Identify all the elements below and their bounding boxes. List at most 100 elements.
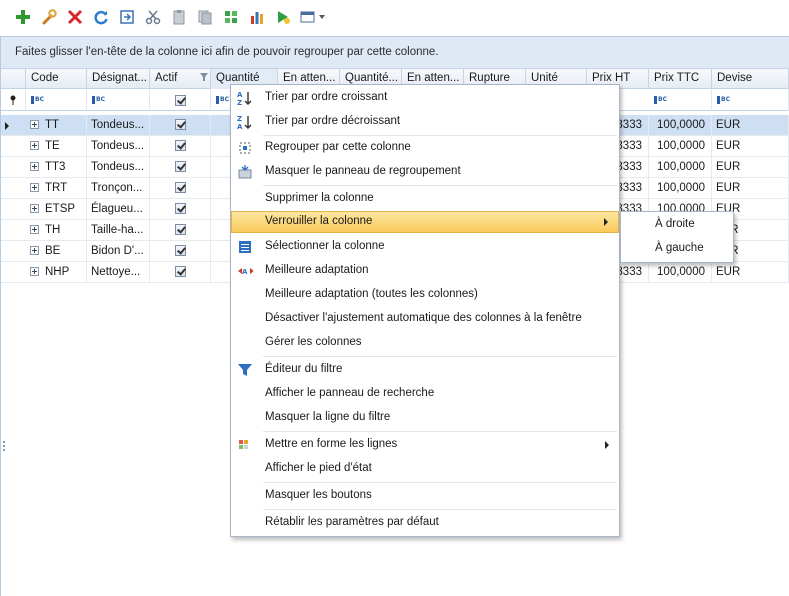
group-panel[interactable]: Faites glisser l'en-tête de la colonne i… [1,37,789,69]
cell-designation[interactable]: Élagueu... [87,199,150,220]
filter-cell-actif[interactable] [150,89,211,111]
expand-icon[interactable] [30,246,39,255]
cell-code[interactable]: TRT [26,178,87,199]
cell-actif[interactable] [150,199,211,220]
copy-icon[interactable] [194,6,216,28]
menu-item-group-by[interactable]: Regrouper par cette colonne [231,137,619,159]
cell-code[interactable]: ETSP [26,199,87,220]
cell-code[interactable]: TE [26,136,87,157]
filter-cell-code[interactable]: BC [26,89,87,111]
cell-code[interactable]: BE [26,241,87,262]
menu-item-restore-defaults[interactable]: Rétablir les paramètres par défaut [231,512,619,534]
menu-item-label: Afficher le panneau de recherche [265,387,435,399]
menu-item-label: Masquer le panneau de regroupement [265,165,461,177]
run-icon[interactable] [272,6,294,28]
column-header-devise[interactable]: Devise [712,69,789,89]
cell-actif[interactable] [150,241,211,262]
menu-item-disable-auto-width[interactable]: Désactiver l'ajustement automatique des … [231,308,619,330]
active-checkbox[interactable] [175,119,186,130]
menu-item-lock-column[interactable]: Verrouiller la colonne [231,211,619,233]
active-checkbox[interactable] [175,203,186,214]
filter-icon[interactable] [200,73,208,82]
settings-dropdown-icon[interactable] [298,6,328,28]
active-checkbox[interactable] [175,224,186,235]
cell-designation[interactable]: Taille-ha... [87,220,150,241]
cell-designation[interactable]: Tondeus... [87,157,150,178]
column-header-designation[interactable]: Désignat... [87,69,150,89]
puzzle-icon[interactable] [220,6,242,28]
cell-actif[interactable] [150,157,211,178]
active-checkbox[interactable] [175,161,186,172]
cut-icon[interactable] [142,6,164,28]
menu-item-format-rows[interactable]: Mettre en forme les lignes [231,434,619,456]
menu-item-best-fit[interactable]: A Meilleure adaptation [231,260,619,282]
chart-icon[interactable] [246,6,268,28]
cell-code[interactable]: TH [26,220,87,241]
cell-prix-ttc[interactable]: 100,0000 [649,178,712,199]
delete-icon[interactable] [64,6,86,28]
export-icon[interactable] [116,6,138,28]
paste-icon[interactable] [168,6,190,28]
edit-wrench-icon[interactable] [38,6,60,28]
cell-devise[interactable]: EUR [712,115,789,136]
splitter-grip[interactable] [3,441,6,455]
menu-item-sort-descending[interactable]: ZA Trier par ordre décroissant [231,111,619,133]
menu-item-sort-ascending[interactable]: AZ Trier par ordre croissant [231,87,619,109]
cell-code-text: TH [45,224,61,236]
expand-icon[interactable] [30,162,39,171]
cell-actif[interactable] [150,220,211,241]
cell-designation[interactable]: Tondeus... [87,115,150,136]
cell-prix-ttc[interactable]: 100,0000 [649,157,712,178]
cell-designation[interactable]: Tondeus... [87,136,150,157]
expand-icon[interactable] [30,183,39,192]
cell-prix-ttc[interactable]: 100,0000 [649,262,712,283]
cell-actif[interactable] [150,136,211,157]
cell-actif[interactable] [150,115,211,136]
add-icon[interactable] [12,6,34,28]
menu-item-remove-column[interactable]: Supprimer la colonne [231,188,619,210]
active-checkbox[interactable] [175,245,186,256]
column-header-actif[interactable]: Actif [150,69,211,89]
cell-code[interactable]: NHP [26,262,87,283]
expand-icon[interactable] [30,267,39,276]
cell-devise[interactable]: EUR [712,262,789,283]
menu-item-select-column[interactable]: Sélectionner la colonne [231,236,619,258]
expand-icon[interactable] [30,204,39,213]
cell-devise[interactable]: EUR [712,136,789,157]
menu-item-hide-group-panel[interactable]: Masquer le panneau de regroupement [231,161,619,183]
menu-item-best-fit-all[interactable]: Meilleure adaptation (toutes les colonne… [231,284,619,306]
filter-cell-prix-ttc[interactable]: BC [649,89,712,111]
filter-cell-devise[interactable]: BC [712,89,789,111]
active-checkbox[interactable] [175,182,186,193]
menu-item-hide-filter-row[interactable]: Masquer la ligne du filtre [231,407,619,429]
cell-code[interactable]: TT [26,115,87,136]
cell-designation[interactable]: Bidon D'... [87,241,150,262]
cell-devise[interactable]: EUR [712,157,789,178]
cell-devise[interactable]: EUR [712,178,789,199]
cell-designation[interactable]: Tronçon... [87,178,150,199]
menu-item-show-footer[interactable]: Afficher le pied d'état [231,458,619,480]
cell-designation[interactable]: Nettoye... [87,262,150,283]
pin-icon [10,95,16,105]
column-header-code[interactable]: Code [26,69,87,89]
expand-icon[interactable] [30,225,39,234]
menu-item-filter-editor[interactable]: Éditeur du filtre [231,359,619,381]
menu-item-hide-buttons[interactable]: Masquer les boutons [231,485,619,507]
refresh-icon[interactable] [90,6,112,28]
expand-icon[interactable] [30,141,39,150]
cell-actif[interactable] [150,262,211,283]
cell-prix-ttc[interactable]: 100,0000 [649,115,712,136]
active-checkbox[interactable] [175,266,186,277]
cell-code[interactable]: TT3 [26,157,87,178]
submenu-item-right[interactable]: À droite [655,218,695,230]
cell-prix-ttc[interactable]: 100,0000 [649,136,712,157]
expand-icon[interactable] [30,120,39,129]
menu-item-column-chooser[interactable]: Gérer les colonnes [231,332,619,354]
cell-actif[interactable] [150,178,211,199]
column-header-prix-ttc[interactable]: Prix TTC [649,69,712,89]
active-checkbox[interactable] [175,140,186,151]
menu-item-show-search-panel[interactable]: Afficher le panneau de recherche [231,383,619,405]
filter-checkbox[interactable] [175,95,186,106]
submenu-item-left[interactable]: À gauche [655,242,704,254]
filter-cell-designation[interactable]: BC [87,89,150,111]
